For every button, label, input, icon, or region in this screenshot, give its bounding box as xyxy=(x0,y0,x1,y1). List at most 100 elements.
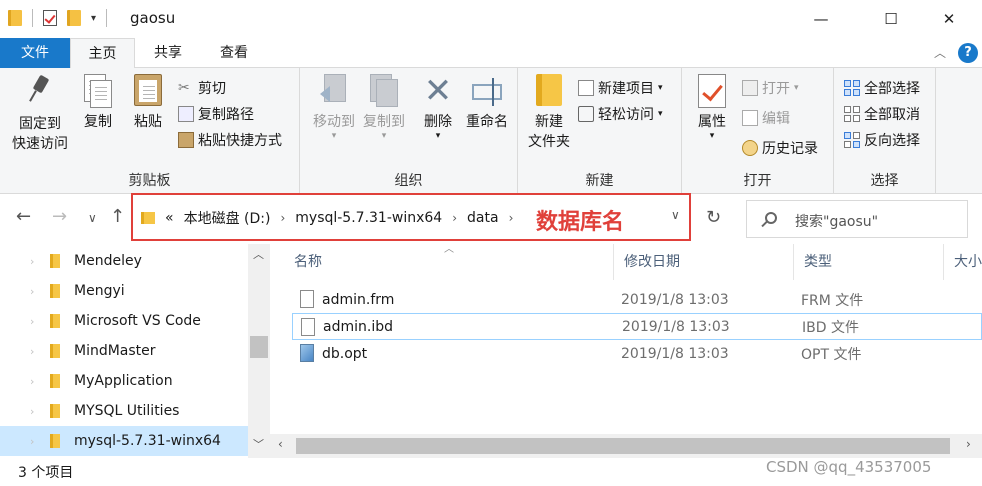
scroll-down-icon[interactable]: ﹀ xyxy=(253,436,264,452)
select-none-icon xyxy=(844,106,860,122)
open-button[interactable]: 打开 ▾ xyxy=(742,78,799,98)
expand-chevron-icon[interactable]: › xyxy=(30,435,50,448)
properties-quick-icon[interactable] xyxy=(43,10,57,26)
recent-locations-chevron-icon[interactable]: ∨ xyxy=(88,211,97,225)
file-list: 名称 ︿ 修改日期 类型 大小 admin.frm 2019/1/8 13:03… xyxy=(270,244,982,458)
nav-item[interactable]: › MYSQL Utilities xyxy=(0,396,248,426)
back-arrow-icon[interactable]: ← xyxy=(16,206,31,227)
nav-item[interactable]: › MyApplication xyxy=(0,366,248,396)
new-item-button[interactable]: 新建项目 ▾ xyxy=(578,78,663,98)
item-count: 3 个项目 xyxy=(18,465,74,481)
clipboard-group-label: 剪贴板 xyxy=(128,173,171,189)
expand-chevron-icon[interactable]: › xyxy=(30,255,50,268)
forward-arrow-icon[interactable]: → xyxy=(52,206,67,227)
expand-chevron-icon[interactable]: › xyxy=(30,405,50,418)
folder-icon xyxy=(8,10,22,26)
scroll-up-icon[interactable]: ︿ xyxy=(253,246,264,262)
folder-icon xyxy=(50,404,60,418)
delete-button[interactable]: ✕ 删除 ▾ xyxy=(418,74,458,141)
column-header-type[interactable]: 类型 xyxy=(794,244,944,280)
new-folder-quick-icon[interactable] xyxy=(67,10,81,26)
database-name-annotation: 数据库名 xyxy=(536,210,625,235)
organize-group-label: 组织 xyxy=(394,173,423,189)
folder-icon xyxy=(50,374,60,388)
file-icon xyxy=(301,318,315,336)
nav-item[interactable]: › Mendeley xyxy=(0,246,248,276)
window-title: gaosu xyxy=(130,9,176,27)
open-icon xyxy=(742,80,758,96)
properties-button[interactable]: 属性 ▾ xyxy=(690,74,734,141)
breadcrumb-separator-icon[interactable]: › xyxy=(452,211,457,225)
history-button[interactable]: 历史记录 xyxy=(742,138,818,158)
expand-chevron-icon[interactable]: › xyxy=(30,315,50,328)
properties-icon xyxy=(696,74,728,108)
file-list-horizontal-scrollbar[interactable]: ‹ › xyxy=(270,434,982,458)
open-group: 属性 ▾ 打开 ▾ 编辑 历史记录 打开 xyxy=(682,68,834,194)
pin-to-quick-access-button[interactable]: 固定到 快速访问 xyxy=(8,74,72,154)
breadcrumb-separator-icon[interactable]: › xyxy=(509,211,514,225)
folder-icon xyxy=(50,314,60,328)
nav-pane-scrollbar[interactable]: ︿ ﹀ xyxy=(248,244,270,458)
paste-button[interactable]: 粘贴 xyxy=(126,74,170,132)
scroll-left-icon[interactable]: ‹ xyxy=(278,437,283,451)
copy-to-button[interactable]: 复制到 ▾ xyxy=(356,74,412,141)
ribbon-tabs: 文件 主页 共享 查看 ︿ ? xyxy=(0,38,982,69)
copy-to-icon xyxy=(368,74,400,108)
open-group-label: 打开 xyxy=(743,173,772,189)
maximize-button[interactable]: ☐ xyxy=(868,0,914,38)
column-header-date[interactable]: 修改日期 xyxy=(614,244,794,280)
copy-icon xyxy=(82,74,114,108)
breadcrumb-overflow[interactable]: « xyxy=(165,210,174,226)
nav-item-selected[interactable]: › mysql-5.7.31-winx64 xyxy=(0,426,248,456)
expand-chevron-icon[interactable]: › xyxy=(30,375,50,388)
scrollbar-thumb[interactable] xyxy=(250,336,268,358)
collapse-ribbon-icon[interactable]: ︿ xyxy=(930,38,950,68)
scissors-icon: ✂ xyxy=(178,80,190,96)
new-folder-button[interactable]: 新建 文件夹 xyxy=(524,74,574,152)
file-row[interactable]: db.opt 2019/1/8 13:03 OPT 文件 xyxy=(292,340,982,367)
column-header-size[interactable]: 大小 xyxy=(944,244,982,280)
paste-shortcut-button[interactable]: 粘贴快捷方式 xyxy=(178,130,282,150)
opt-file-icon xyxy=(300,344,314,362)
scroll-right-icon[interactable]: › xyxy=(966,437,971,451)
search-input[interactable]: 搜索"gaosu" xyxy=(746,200,968,238)
select-all-button[interactable]: 全部选择 xyxy=(844,78,920,98)
customize-qat-arrow-icon[interactable]: ▾ xyxy=(91,13,96,24)
ribbon: 固定到 快速访问 复制 粘贴 ✂ 剪切 复制路径 粘贴快捷方式 剪贴板 移动到 … xyxy=(0,68,982,194)
invert-selection-icon xyxy=(844,132,860,148)
file-icon xyxy=(300,290,314,308)
nav-item[interactable]: › MindMaster xyxy=(0,336,248,366)
nav-item[interactable]: › Microsoft VS Code xyxy=(0,306,248,336)
minimize-button[interactable]: — xyxy=(798,0,844,38)
file-row[interactable]: admin.frm 2019/1/8 13:03 FRM 文件 xyxy=(292,286,982,313)
refresh-icon[interactable]: ↻ xyxy=(706,207,721,228)
expand-chevron-icon[interactable]: › xyxy=(30,285,50,298)
new-group: 新建 文件夹 新建项目 ▾ 轻松访问 ▾ 新建 xyxy=(518,68,682,194)
move-to-button[interactable]: 移动到 ▾ xyxy=(306,74,362,141)
edit-button[interactable]: 编辑 xyxy=(742,108,790,128)
help-icon[interactable]: ? xyxy=(958,43,978,63)
breadcrumb-data[interactable]: data xyxy=(467,210,499,226)
tab-home[interactable]: 主页 xyxy=(70,38,135,69)
cut-button[interactable]: ✂ 剪切 xyxy=(178,78,226,98)
copy-button[interactable]: 复制 xyxy=(76,74,120,132)
breadcrumb-drive[interactable]: 本地磁盘 (D:) xyxy=(184,208,271,228)
breadcrumb-mysql[interactable]: mysql-5.7.31-winx64 xyxy=(295,210,442,226)
tab-view[interactable]: 查看 xyxy=(206,38,262,68)
tab-share[interactable]: 共享 xyxy=(140,38,196,68)
nav-item[interactable]: › Mengyi xyxy=(0,276,248,306)
breadcrumb-separator-icon[interactable]: › xyxy=(280,211,285,225)
select-none-button[interactable]: 全部取消 xyxy=(844,104,920,124)
easy-access-button[interactable]: 轻松访问 ▾ xyxy=(578,104,663,124)
close-button[interactable]: ✕ xyxy=(926,0,972,38)
address-dropdown-icon[interactable]: ∨ xyxy=(671,208,680,222)
invert-selection-button[interactable]: 反向选择 xyxy=(844,130,920,150)
rename-button[interactable]: 重命名 xyxy=(462,74,512,132)
paste-icon xyxy=(132,74,164,108)
copy-path-button[interactable]: 复制路径 xyxy=(178,104,254,124)
tab-file[interactable]: 文件 xyxy=(0,38,70,68)
file-row-selected[interactable]: admin.ibd 2019/1/8 13:03 IBD 文件 xyxy=(292,313,982,340)
expand-chevron-icon[interactable]: › xyxy=(30,345,50,358)
up-arrow-icon[interactable]: ↑ xyxy=(110,206,125,227)
scrollbar-thumb[interactable] xyxy=(296,438,950,454)
